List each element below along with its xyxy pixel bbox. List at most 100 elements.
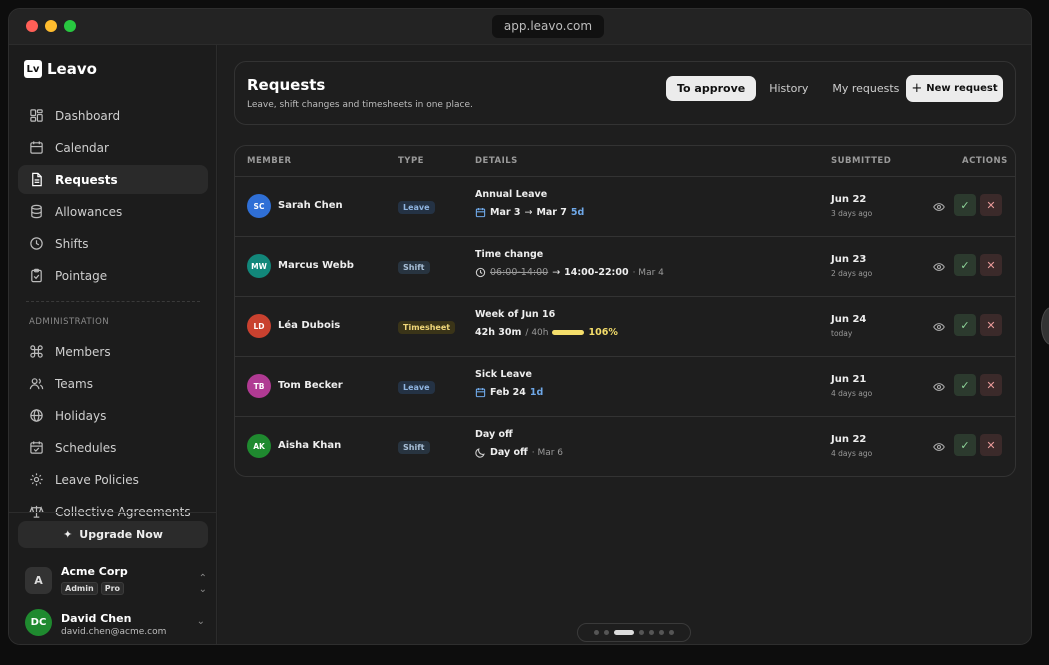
- logged-hours: 42h 30m: [475, 327, 522, 338]
- detail-line: 42h 30m / 40h 106%: [475, 327, 618, 338]
- maximize-window-button[interactable]: [64, 20, 76, 32]
- sidebar-item-label: Requests: [55, 172, 118, 187]
- pagination-dot[interactable]: [669, 630, 674, 635]
- user-menu[interactable]: DC David Chen david.chen@acme.com ⌄: [25, 605, 207, 644]
- arrow: →: [524, 207, 533, 218]
- pagination-dot[interactable]: [614, 630, 634, 635]
- close-window-button[interactable]: [26, 20, 38, 32]
- type-badge: Leave: [398, 201, 435, 214]
- arrow: →: [552, 267, 561, 278]
- tab-my-requests[interactable]: My requests: [821, 76, 910, 101]
- brand[interactable]: Lv Leavo: [24, 60, 97, 78]
- reject-button[interactable]: ✕: [980, 374, 1002, 396]
- pagination-dot[interactable]: [659, 630, 664, 635]
- reject-button[interactable]: ✕: [980, 314, 1002, 336]
- sidebar-item-collective-agreements[interactable]: Collective Agreements: [18, 497, 208, 521]
- sidebar-item-requests[interactable]: Requests: [18, 165, 208, 194]
- upgrade-button[interactable]: ✦ Upgrade Now: [18, 521, 208, 548]
- eye-icon[interactable]: [933, 321, 945, 333]
- sidebar-nav: Dashboard Calendar Requests Allowances S…: [18, 101, 208, 521]
- type-badge: Shift: [398, 261, 430, 274]
- detail-title: Annual Leave: [475, 189, 548, 200]
- date-to: Mar 7: [536, 207, 567, 218]
- close-icon: ✕: [986, 318, 996, 332]
- pagination-dots: [577, 623, 691, 642]
- main-content: Requests Leave, shift changes and timesh…: [218, 45, 1031, 644]
- approve-button[interactable]: ✓: [954, 254, 976, 276]
- chevrons-up-down-icon: ⌃ ⌄: [198, 573, 207, 595]
- column-submitted[interactable]: SUBMITTED: [831, 156, 891, 166]
- table-row[interactable]: TB Tom Becker Leave Sick Leave Feb 24 1d…: [235, 357, 1015, 417]
- sidebar-item-shifts[interactable]: Shifts: [18, 229, 208, 258]
- approve-button[interactable]: ✓: [954, 314, 976, 336]
- clock-icon: [30, 237, 43, 250]
- clipboard-check-icon: [31, 268, 42, 283]
- tab-history[interactable]: History: [758, 76, 819, 101]
- member-name: Léa Dubois: [278, 320, 341, 331]
- sidebar-item-label: Pointage: [55, 268, 108, 283]
- sidebar-item-members[interactable]: Members: [18, 337, 208, 366]
- member-name: Marcus Webb: [278, 260, 354, 271]
- approve-button[interactable]: ✓: [954, 194, 976, 216]
- request-tabs: To approve History My requests: [666, 75, 910, 102]
- sidebar-item-label: Dashboard: [55, 108, 121, 123]
- table-row[interactable]: LD Léa Dubois Timesheet Week of Jun 16 4…: [235, 297, 1015, 357]
- eye-icon[interactable]: [933, 201, 945, 213]
- new-request-button[interactable]: + New request: [906, 75, 1003, 102]
- close-icon: ✕: [986, 258, 996, 272]
- role-tag: Admin: [61, 582, 98, 595]
- reject-button[interactable]: ✕: [980, 254, 1002, 276]
- column-actions: ACTIONS: [962, 156, 1008, 166]
- check-icon: ✓: [960, 378, 970, 392]
- check-icon: ✓: [960, 198, 970, 212]
- table-row[interactable]: AK Aisha Khan Shift Day off Day off · Ma…: [235, 417, 1015, 476]
- duration: 1d: [529, 387, 544, 398]
- pagination-dot[interactable]: [594, 630, 599, 635]
- minimize-window-button[interactable]: [45, 20, 57, 32]
- check-icon: ✓: [960, 258, 970, 272]
- reject-button[interactable]: ✕: [980, 434, 1002, 456]
- tab-to-approve[interactable]: To approve: [666, 76, 757, 101]
- sidebar-item-dashboard[interactable]: Dashboard: [18, 101, 208, 130]
- pagination-dot[interactable]: [604, 630, 609, 635]
- detail-title: Time change: [475, 249, 544, 260]
- approve-button[interactable]: ✓: [954, 374, 976, 396]
- table-row[interactable]: MW Marcus Webb Shift Time change 06:00-1…: [235, 237, 1015, 297]
- app-window: app.leavo.com Lv Leavo Dashboard Calenda…: [8, 8, 1032, 645]
- sidebar-item-calendar[interactable]: Calendar: [18, 133, 208, 162]
- approve-button[interactable]: ✓: [954, 434, 976, 456]
- eye-icon[interactable]: [933, 441, 945, 453]
- submitted-date: Jun 24: [831, 314, 867, 325]
- column-details[interactable]: DETAILS: [475, 156, 518, 166]
- sidebar-nav-scroll[interactable]: Dashboard Calendar Requests Allowances S…: [9, 101, 217, 521]
- url-bar[interactable]: app.leavo.com: [492, 15, 604, 38]
- sidebar-item-pointage[interactable]: Pointage: [18, 261, 208, 290]
- column-member[interactable]: MEMBER: [247, 156, 292, 166]
- plan-tag: Pro: [100, 582, 125, 595]
- sidebar-item-schedules[interactable]: Schedules: [18, 433, 208, 462]
- sidebar-item-teams[interactable]: Teams: [18, 369, 208, 398]
- target-hours: / 40h: [525, 327, 549, 338]
- command-icon: [30, 345, 43, 358]
- pagination-dot[interactable]: [639, 630, 644, 635]
- detail-title: Week of Jun 16: [475, 309, 556, 320]
- reject-button[interactable]: ✕: [980, 194, 1002, 216]
- edge-handle[interactable]: [1041, 307, 1049, 345]
- moon-icon: [475, 448, 485, 458]
- date-from: Mar 3: [490, 207, 521, 218]
- eye-icon[interactable]: [933, 381, 945, 393]
- sidebar-item-allowances[interactable]: Allowances: [18, 197, 208, 226]
- submitted-relative: 3 days ago: [831, 209, 873, 218]
- org-switcher[interactable]: A Acme Corp Admin Pro ⌃ ⌄: [25, 559, 207, 599]
- pagination-dot[interactable]: [649, 630, 654, 635]
- table-row[interactable]: SC Sarah Chen Leave Annual Leave Mar 3 →…: [235, 177, 1015, 237]
- title-bar: app.leavo.com: [9, 9, 1031, 45]
- table-header: MEMBER TYPE DETAILS SUBMITTED ACTIONS: [235, 146, 1015, 177]
- sidebar-item-leave-policies[interactable]: Leave Policies: [18, 465, 208, 494]
- shift-date: · Mar 4: [632, 267, 664, 278]
- sidebar-section-title: ADMINISTRATION: [29, 317, 110, 327]
- sidebar-item-holidays[interactable]: Holidays: [18, 401, 208, 430]
- eye-icon[interactable]: [933, 261, 945, 273]
- column-type[interactable]: TYPE: [398, 156, 424, 166]
- dashboard-icon: [30, 109, 43, 122]
